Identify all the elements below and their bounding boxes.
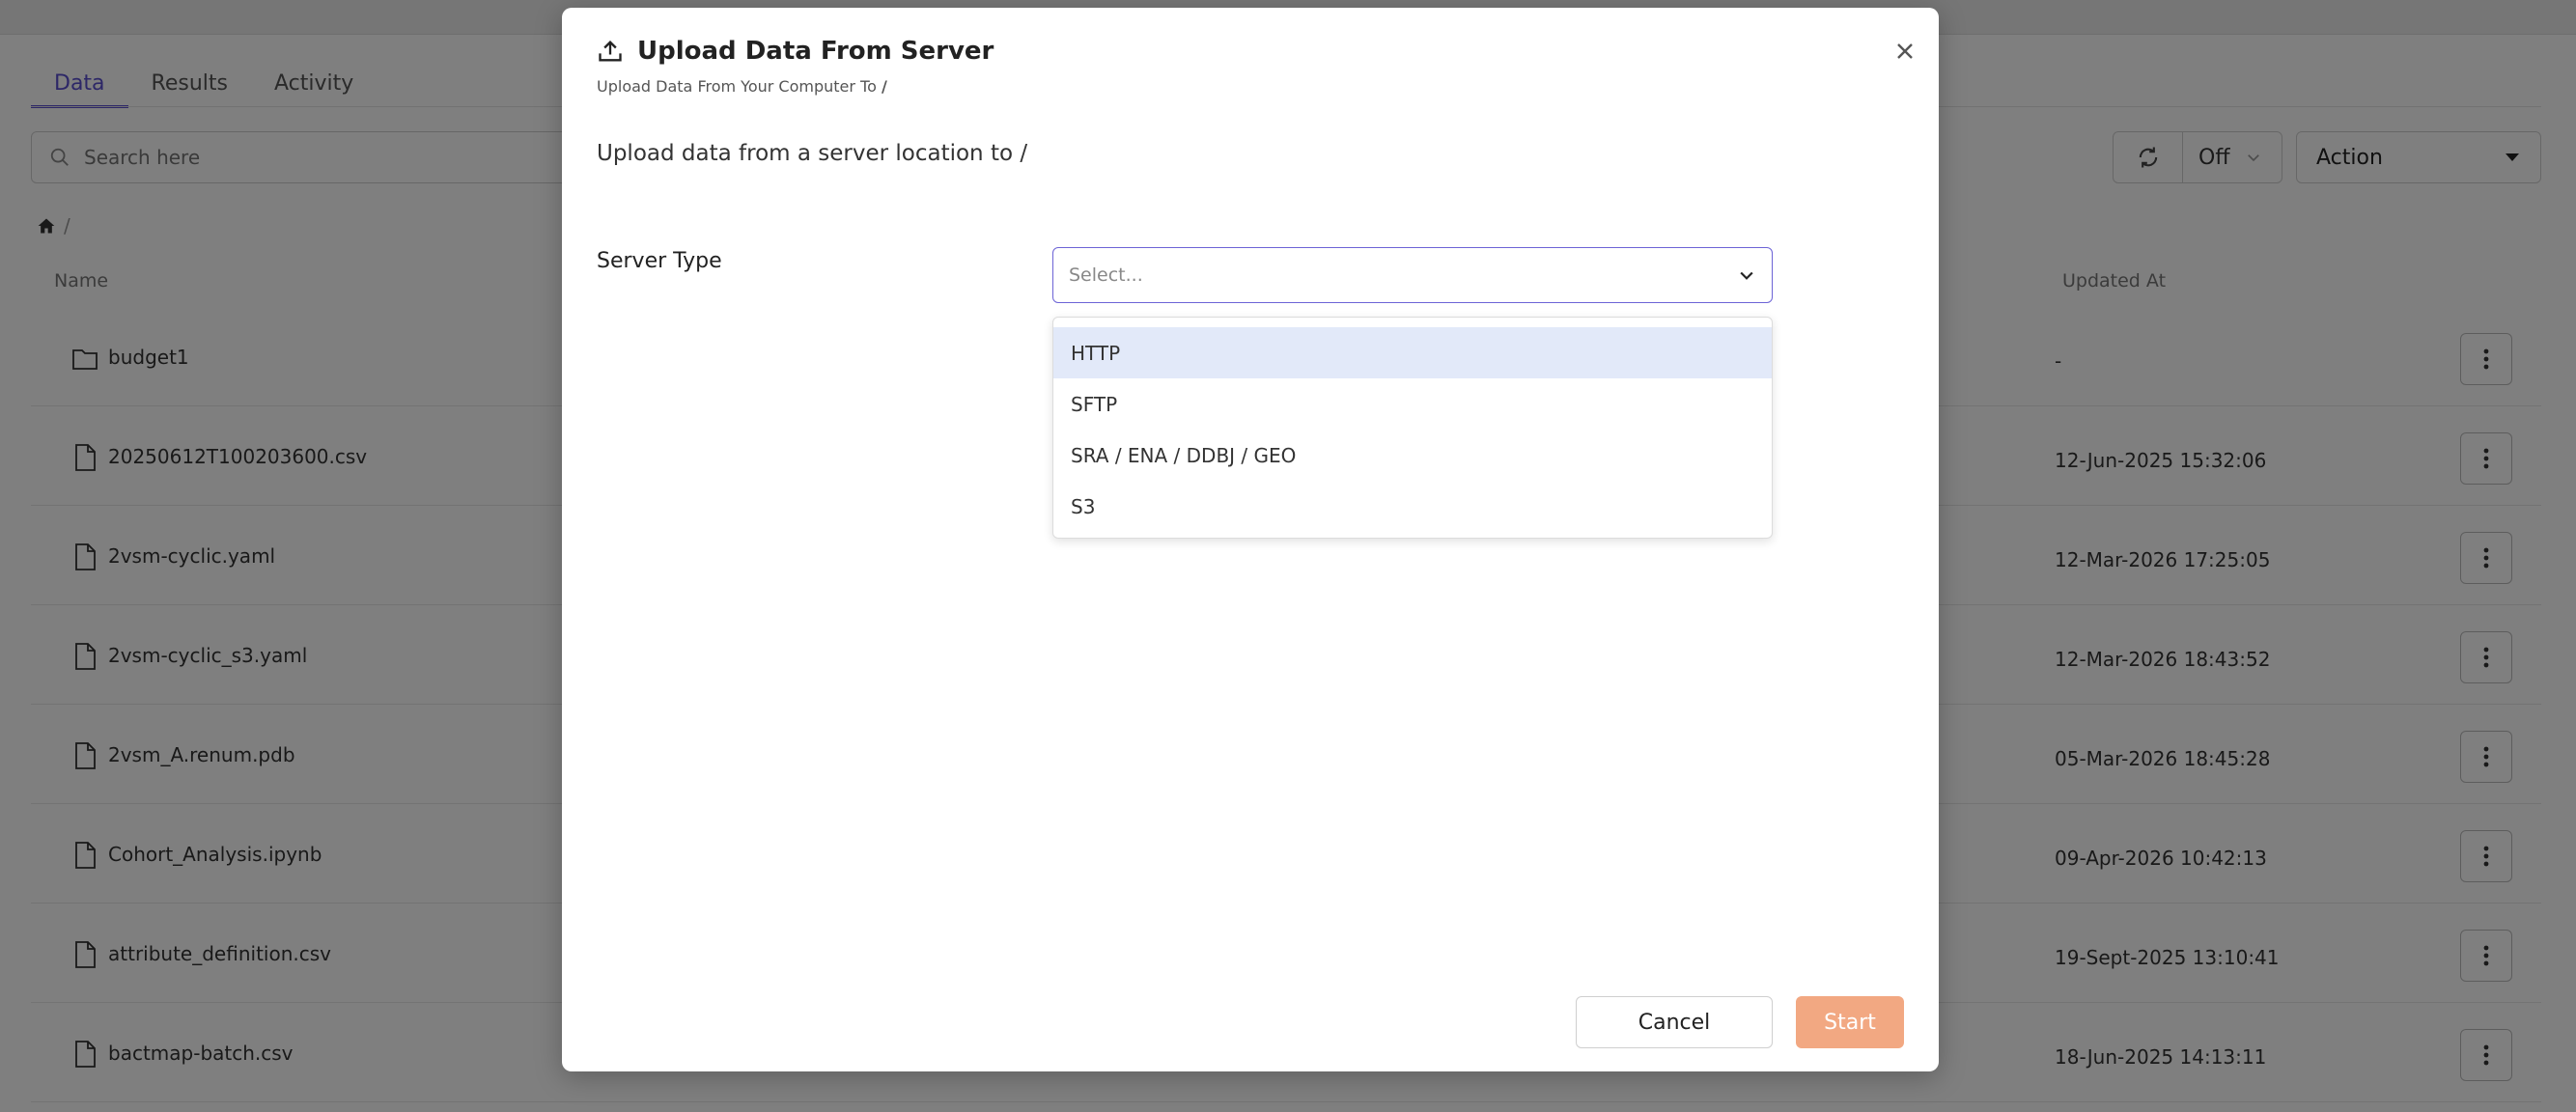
upload-icon: [599, 41, 622, 62]
close-button[interactable]: [1890, 37, 1919, 66]
dialog-description: Upload data from a server location to /: [597, 141, 1028, 166]
server-type-options: HTTP SFTP SRA / ENA / DDBJ / GEO S3: [1052, 317, 1773, 539]
chevron-down-icon: [1740, 271, 1753, 280]
dialog-title: Upload Data From Server: [637, 37, 994, 66]
option-http[interactable]: HTTP: [1053, 327, 1772, 378]
option-sra-ena-ddbj-geo[interactable]: SRA / ENA / DDBJ / GEO: [1053, 430, 1772, 481]
server-type-label: Server Type: [597, 249, 722, 273]
dialog-subtitle: Upload Data From Your Computer To /: [597, 77, 887, 96]
cancel-button[interactable]: Cancel: [1576, 996, 1773, 1048]
option-sftp[interactable]: SFTP: [1053, 378, 1772, 430]
start-button[interactable]: Start: [1796, 996, 1904, 1048]
server-type-placeholder: Select...: [1069, 264, 1143, 286]
dialog-subtitle-path: /: [881, 77, 887, 96]
option-s3[interactable]: S3: [1053, 481, 1772, 532]
dialog-subtitle-text: Upload Data From Your Computer To: [597, 77, 877, 96]
close-icon: [1897, 43, 1913, 59]
dialog-header: Upload Data From Server: [597, 37, 994, 66]
server-type-select[interactable]: Select...: [1052, 247, 1773, 303]
upload-from-server-dialog: Upload Data From Server Upload Data From…: [562, 8, 1939, 1071]
